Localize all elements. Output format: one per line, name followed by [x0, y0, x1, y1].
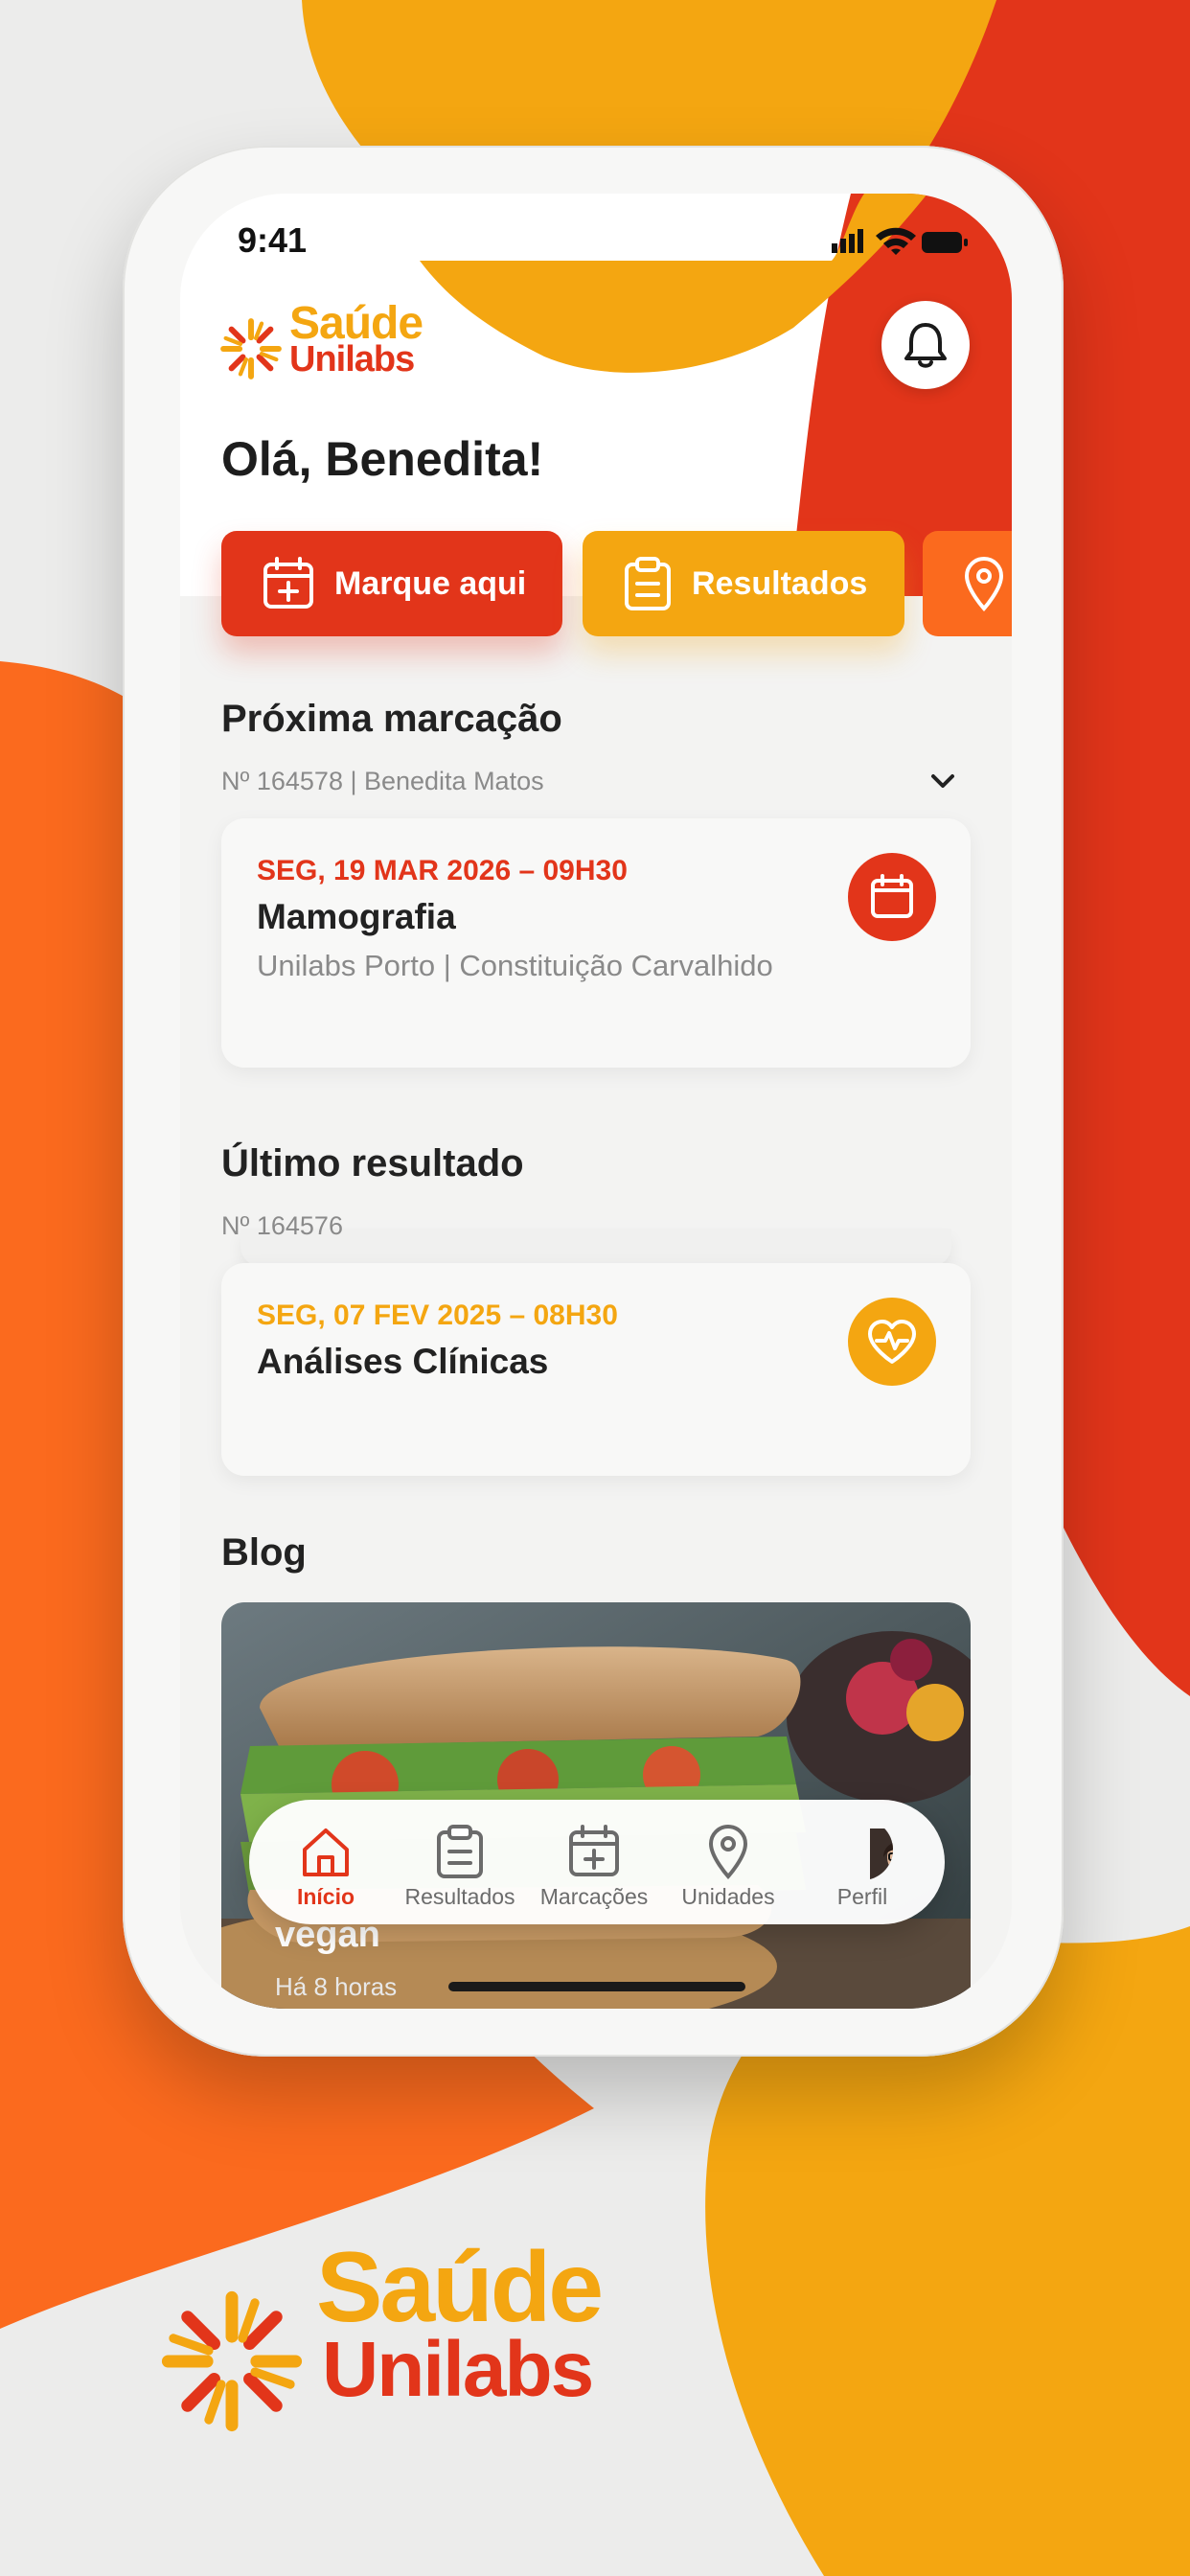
appointment-location: Unilabs Porto | Constituição Carvalhido [257, 949, 773, 982]
app-screen: 9:41 Saúde Unilabs Olá, Benedita! Marque… [180, 194, 1012, 2009]
wifi-icon [876, 227, 916, 255]
calendar-plus-icon [263, 557, 313, 609]
bell-icon [904, 323, 947, 368]
home-icon [303, 1828, 349, 1876]
blog-title: Blog [221, 1531, 307, 1574]
tab-resultados[interactable]: Resultados [393, 1813, 527, 1919]
tab-perfil[interactable]: Perfil [795, 1813, 929, 1919]
card-stack-edge [240, 1229, 951, 1267]
brand-name-line2: Unilabs [289, 339, 415, 380]
avatar [832, 1819, 893, 1880]
calendar-plus-icon [569, 1825, 619, 1876]
tab-inicio[interactable]: Início [259, 1813, 393, 1919]
heart-pulse-icon [868, 1320, 916, 1364]
bottom-tab-bar: Início Resultados Marcações Unidades Per… [249, 1800, 945, 1924]
home-indicator [448, 1982, 745, 1991]
battery-icon [922, 232, 962, 253]
brand-logo-large: Saúde Unilabs [161, 2232, 621, 2453]
book-appointment-button[interactable]: Marque aqui [221, 531, 562, 636]
notifications-button[interactable] [881, 301, 970, 389]
last-result-title: Último resultado [221, 1142, 524, 1184]
calendar-icon [871, 874, 913, 918]
blog-post-time: Há 8 horas [275, 1972, 398, 2001]
signal-icon [832, 243, 837, 253]
book-appointment-label: Marque aqui [334, 564, 527, 602]
sun-logo-icon [161, 2290, 303, 2432]
appointment-icon-badge [848, 853, 936, 941]
brand-name-line2: Unilabs [322, 2326, 594, 2413]
next-appointment-title: Próxima marcação [221, 698, 562, 740]
locations-button[interactable] [923, 531, 1012, 636]
clipboard-icon [437, 1825, 483, 1878]
next-appointment-card[interactable]: SEG, 19 MAR 2026 – 09H30 Mamografia Unil… [221, 818, 971, 1068]
result-date: SEG, 07 FEV 2025 – 08H30 [257, 1300, 618, 1331]
results-button[interactable]: Resultados [583, 531, 904, 636]
last-result-sub: Nº 164576 [221, 1211, 343, 1240]
status-time: 9:41 [238, 220, 308, 260]
phone-frame: 9:41 Saúde Unilabs Olá, Benedita! Marque… [123, 146, 1064, 2057]
result-icon-badge [848, 1298, 936, 1386]
appointment-exam: Mamografia [257, 897, 456, 936]
tab-label: Unidades [681, 1884, 775, 1909]
brand-logo: Saúde Unilabs [218, 297, 439, 393]
appointment-date: SEG, 19 MAR 2026 – 09H30 [257, 855, 628, 886]
map-pin-icon [708, 1824, 748, 1879]
tab-label: Perfil [836, 1884, 888, 1909]
tab-label: Resultados [404, 1884, 515, 1909]
results-label: Resultados [692, 564, 868, 602]
tab-label: Marcações [539, 1884, 649, 1909]
map-pin-icon [964, 556, 1004, 611]
tab-unidades[interactable]: Unidades [661, 1813, 795, 1919]
clipboard-icon [625, 557, 671, 610]
chevron-down-icon[interactable] [927, 770, 958, 794]
tab-marcacoes[interactable]: Marcações [527, 1813, 661, 1919]
next-appointment-sub: Nº 164578 | Benedita Matos [221, 767, 544, 795]
tab-label: Início [296, 1884, 355, 1909]
last-result-card[interactable]: SEG, 07 FEV 2025 – 08H30 Análises Clínic… [221, 1263, 971, 1476]
result-exam: Análises Clínicas [257, 1342, 549, 1381]
greeting-title: Olá, Benedita! [221, 432, 544, 486]
sun-logo-icon [220, 318, 282, 380]
status-icons [832, 227, 968, 255]
